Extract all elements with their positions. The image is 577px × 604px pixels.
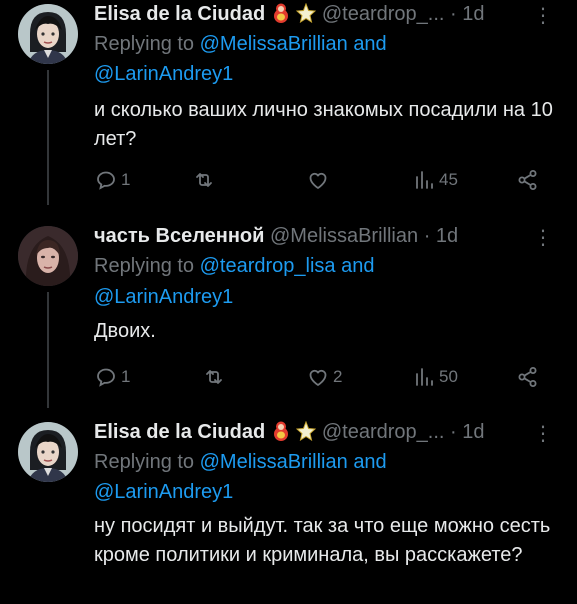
tweet-header: Elisa de la Ciudad @teardrop_... · 1d <box>94 2 485 29</box>
reply-count: 1 <box>121 170 131 189</box>
share-icon <box>518 367 537 387</box>
display-name[interactable]: часть Вселенной <box>94 225 264 247</box>
retweet-icon <box>206 370 222 384</box>
thread-line <box>47 292 49 408</box>
tweet-text: и сколько ваших лично знакомых посадили … <box>94 99 553 150</box>
mention-link[interactable]: @MelissaBrillian <box>200 451 348 473</box>
tweet-header: часть Вселенной @MelissaBrillian · 1d <box>94 224 458 248</box>
views-button[interactable]: 45 <box>412 168 458 192</box>
views-count: 50 <box>439 367 458 386</box>
replying-to-cont: @LarinAndrey1 <box>94 60 233 88</box>
share-icon <box>518 170 537 190</box>
thread-line <box>47 70 49 205</box>
timestamp[interactable]: 1d <box>436 225 458 247</box>
tweet[interactable]: Elisa de la Ciudad @teardrop_... · 1d ⋮ … <box>0 410 577 604</box>
reply-button[interactable]: 1 <box>94 168 130 192</box>
heart-icon <box>309 369 327 386</box>
timestamp[interactable]: 1d <box>462 3 484 25</box>
replying-to-label: Replying to <box>94 451 195 473</box>
avatar[interactable] <box>18 422 78 482</box>
user-handle[interactable]: @teardrop_... <box>322 3 445 25</box>
user-handle[interactable]: @MelissaBrillian <box>270 225 418 247</box>
tweet[interactable]: Elisa de la Ciudad @teardrop_... · 1d ⋮ … <box>0 0 577 210</box>
views-icon <box>416 171 433 189</box>
tweet[interactable]: часть Вселенной @MelissaBrillian · 1d ⋮ … <box>0 210 577 410</box>
replying-to-label: Replying to <box>94 255 195 277</box>
more-icon[interactable]: ⋮ <box>533 6 553 26</box>
replying-to-cont: @LarinAndrey1 <box>94 478 233 506</box>
separator-dot: · <box>450 421 457 443</box>
tweet-actions: 1 2 50 <box>94 365 554 389</box>
separator-dot: · <box>423 225 431 247</box>
display-name[interactable]: Elisa de la Ciudad <box>94 3 265 25</box>
share-button[interactable] <box>516 365 540 389</box>
like-count: 2 <box>333 367 343 386</box>
reply-button[interactable]: 1 <box>94 365 130 389</box>
retweet-button[interactable] <box>192 168 219 192</box>
tweet-actions: 1 45 <box>94 168 554 192</box>
star-emoji-icon <box>296 2 317 29</box>
matryoshka-emoji-icon <box>273 3 289 29</box>
like-button[interactable]: 2 <box>306 365 342 389</box>
reply-icon <box>97 171 115 190</box>
user-handle[interactable]: @teardrop_... <box>322 421 445 443</box>
views-icon <box>416 368 433 386</box>
timestamp[interactable]: 1d <box>462 421 484 443</box>
more-icon[interactable]: ⋮ <box>533 228 553 248</box>
mention-link[interactable]: @LarinAndrey1 <box>94 481 233 503</box>
replying-to-label: Replying to <box>94 33 195 55</box>
views-count: 45 <box>439 170 458 189</box>
tweet-text: ну посидят и выйдут. так за что еще можн… <box>94 515 551 566</box>
reply-count: 1 <box>121 367 131 386</box>
mention-and[interactable]: and <box>341 255 374 277</box>
replying-to-cont: @LarinAndrey1 <box>94 283 233 311</box>
share-button[interactable] <box>516 168 540 192</box>
mention-and[interactable]: and <box>353 451 386 473</box>
matryoshka-emoji-icon <box>273 421 289 447</box>
more-icon[interactable]: ⋮ <box>533 424 553 444</box>
heart-icon <box>309 172 327 189</box>
mention-link[interactable]: @MelissaBrillian <box>200 33 348 55</box>
mention-link[interactable]: @LarinAndrey1 <box>94 286 233 308</box>
replying-to: Replying to @MelissaBrillian and <box>94 30 387 58</box>
reply-icon <box>97 368 115 387</box>
replying-to: Replying to @teardrop_lisa and <box>94 252 375 280</box>
tweet-header: Elisa de la Ciudad @teardrop_... · 1d <box>94 420 485 447</box>
separator-dot: · <box>450 3 457 25</box>
avatar[interactable] <box>18 226 78 286</box>
retweet-button[interactable] <box>202 365 229 389</box>
replying-to: Replying to @MelissaBrillian and <box>94 448 387 476</box>
views-button[interactable]: 50 <box>412 365 458 389</box>
mention-link[interactable]: @LarinAndrey1 <box>94 63 233 85</box>
retweet-icon <box>196 173 212 187</box>
mention-link[interactable]: @teardrop_lisa <box>200 255 336 277</box>
display-name[interactable]: Elisa de la Ciudad <box>94 421 265 443</box>
star-emoji-icon <box>296 420 317 447</box>
avatar[interactable] <box>18 4 78 64</box>
like-button[interactable] <box>306 168 333 192</box>
mention-and[interactable]: and <box>353 33 386 55</box>
tweet-text: Двоих. <box>94 320 156 342</box>
